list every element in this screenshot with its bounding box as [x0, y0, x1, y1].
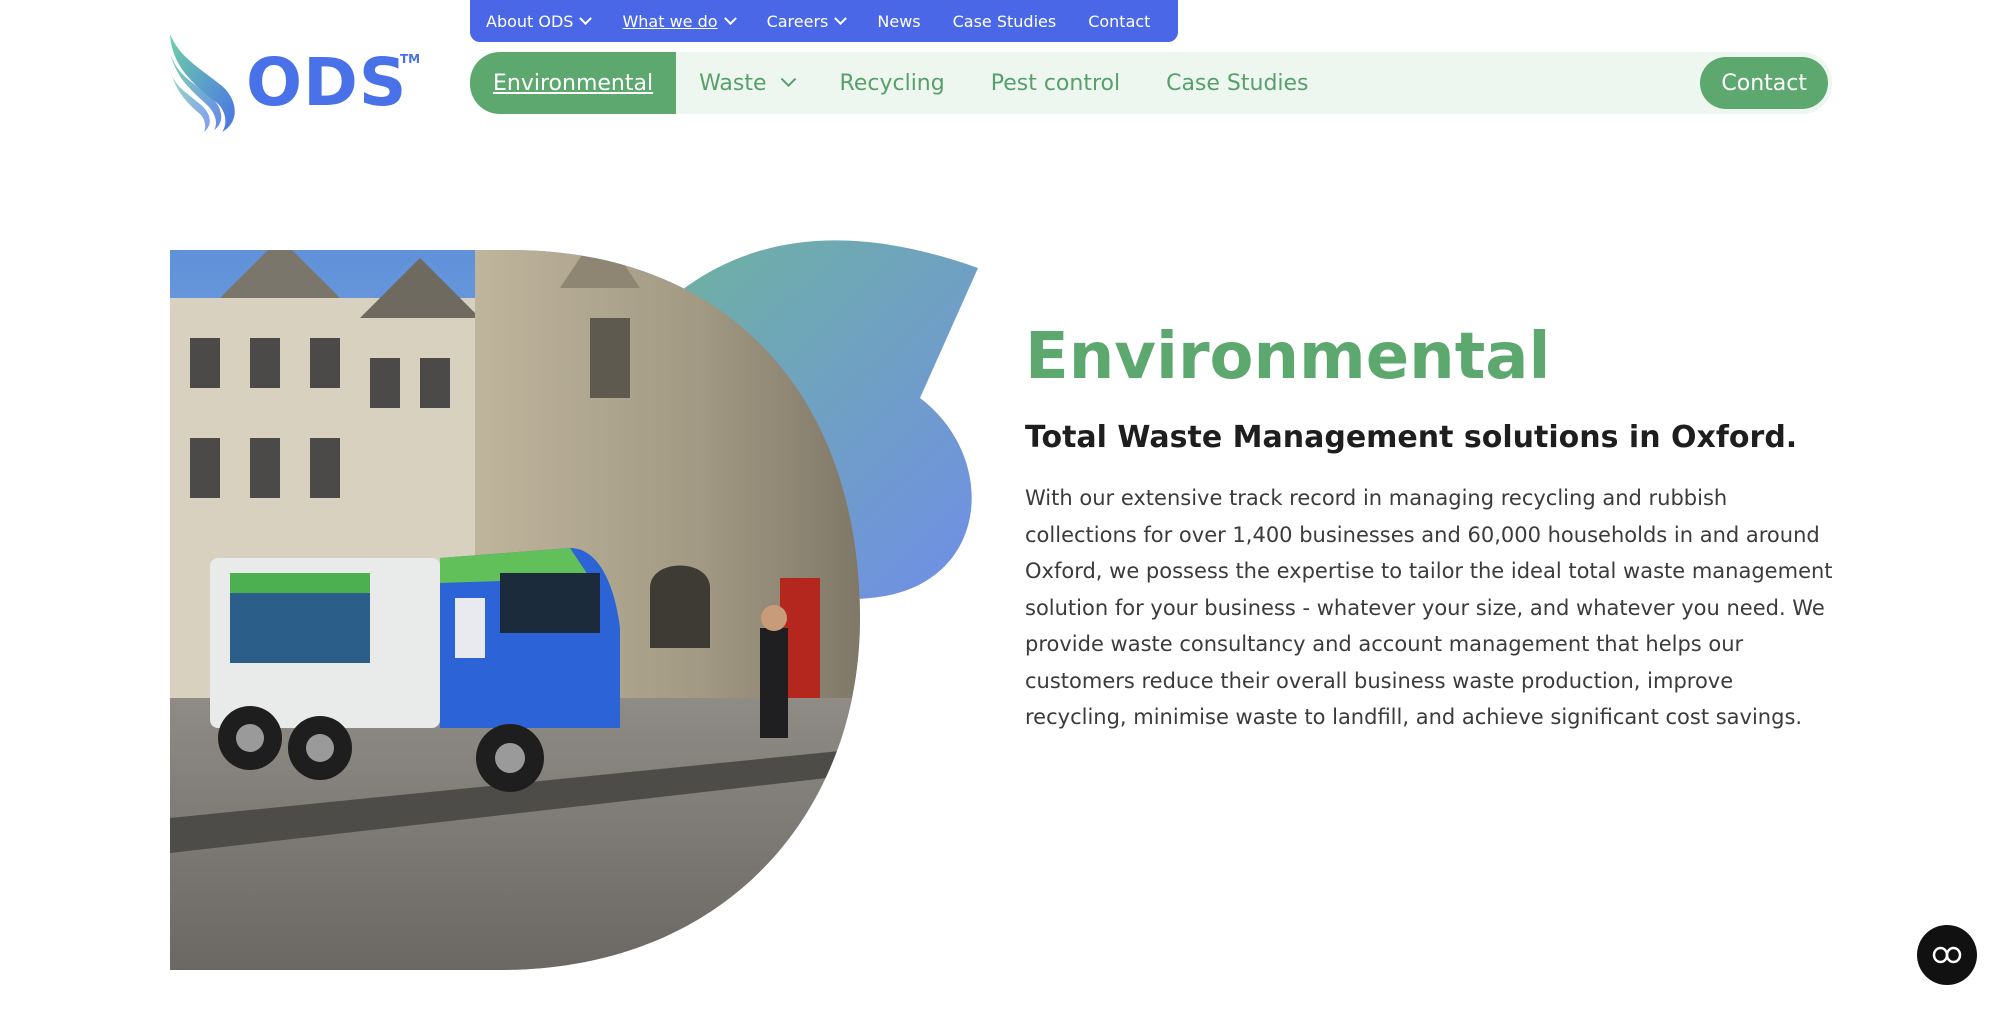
- page: ODS TM About ODS What we do Careers News…: [0, 0, 2000, 1010]
- main-nav-label: Recycling: [839, 70, 945, 96]
- top-nav-contact[interactable]: Contact: [1088, 12, 1150, 31]
- top-nav-case-studies[interactable]: Case Studies: [953, 12, 1057, 31]
- top-nav-what-we-do[interactable]: What we do: [622, 11, 737, 31]
- top-nav-news[interactable]: News: [877, 12, 920, 31]
- main-nav-case-studies[interactable]: Case Studies: [1143, 52, 1331, 114]
- hero-image: [170, 228, 980, 970]
- logo-trademark: TM: [400, 52, 421, 66]
- main-nav-label: Pest control: [990, 70, 1121, 96]
- accessibility-icon: [1932, 946, 1962, 964]
- contact-button[interactable]: Contact: [1700, 57, 1828, 109]
- chevron-down-icon: [780, 70, 796, 87]
- hero-photo-illustration: [170, 240, 978, 970]
- main-nav-pest-control[interactable]: Pest control: [968, 52, 1143, 114]
- chevron-down-icon: [834, 11, 848, 25]
- main-nav-label: Environmental: [493, 70, 654, 96]
- main-nav-recycling[interactable]: Recycling: [817, 52, 968, 114]
- logo-wordmark: ODS: [246, 44, 408, 121]
- main-nav-waste[interactable]: Waste: [676, 52, 816, 114]
- main-nav-label: Case Studies: [1166, 70, 1309, 96]
- page-title: Environmental: [1025, 320, 1551, 394]
- ods-logo[interactable]: ODS TM: [166, 30, 426, 134]
- top-nav-label: What we do: [622, 11, 718, 31]
- main-nav-label: Waste: [699, 70, 767, 96]
- top-nav-label: Case Studies: [952, 11, 1057, 31]
- hero-body-text: With our extensive track record in manag…: [1025, 486, 1833, 730]
- chevron-down-icon: [579, 11, 593, 25]
- main-nav: Environmental Waste Recycling Pest contr…: [470, 52, 1832, 114]
- top-nav-careers[interactable]: Careers: [766, 11, 848, 31]
- main-nav-environmental[interactable]: Environmental: [470, 52, 677, 114]
- chevron-down-icon: [723, 11, 737, 25]
- hero-content: Environmental Total Waste Management sol…: [1025, 322, 1840, 736]
- top-nav-about-ods[interactable]: About ODS: [486, 11, 593, 31]
- top-nav-label: Contact: [1088, 11, 1151, 31]
- top-nav-label: News: [877, 11, 921, 31]
- top-nav-label: Careers: [766, 11, 829, 31]
- top-utility-nav: About ODS What we do Careers News Case S…: [470, 0, 1178, 42]
- accessibility-button[interactable]: [1917, 925, 1977, 985]
- hero-subtitle: Total Waste Management solutions in Oxfo…: [1025, 420, 1798, 456]
- top-nav-label: About ODS: [486, 11, 574, 31]
